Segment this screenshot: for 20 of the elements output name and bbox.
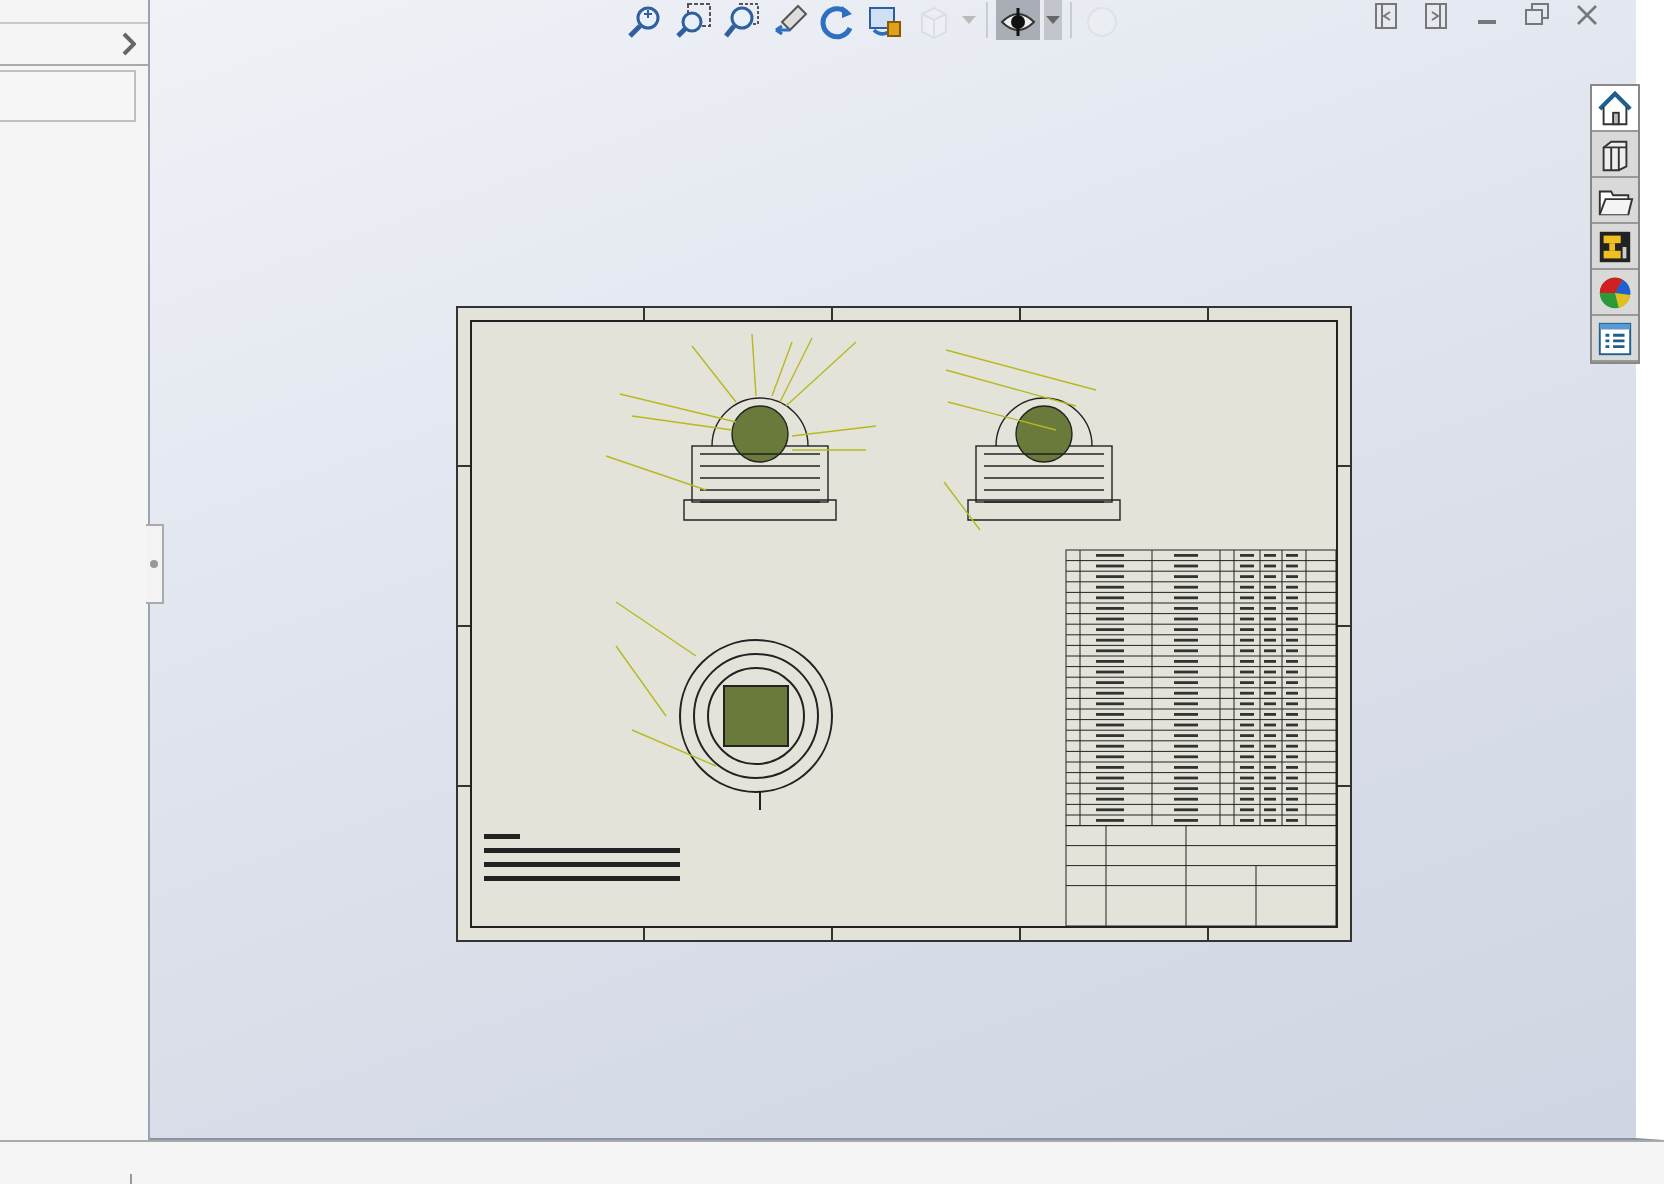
caret-icon: [962, 16, 976, 24]
chevron-right-icon[interactable]: [120, 32, 136, 56]
task-pane-tab[interactable]: [1592, 86, 1638, 132]
toolbar-button[interactable]: [720, 0, 764, 40]
rotate-icon: [818, 1, 858, 39]
caret-icon: [1046, 16, 1060, 24]
list-icon: [1596, 319, 1634, 357]
color-ball-icon: [1596, 273, 1634, 311]
layout-icon: [1596, 227, 1634, 265]
panel-resize-handle[interactable]: [146, 524, 164, 604]
toolbar-button[interactable]: [672, 0, 716, 40]
zoom-box-icon: [722, 1, 762, 39]
input-field[interactable]: [0, 70, 136, 122]
home-icon: [1596, 89, 1634, 127]
toolbar-button[interactable]: [996, 0, 1040, 40]
rebuild-icon: [866, 1, 906, 39]
zoom-area-icon: [674, 1, 714, 39]
tile-left-icon[interactable]: [1372, 0, 1402, 32]
tile-right-icon[interactable]: [1422, 0, 1452, 32]
flashlight-arrow-icon: [770, 1, 810, 39]
